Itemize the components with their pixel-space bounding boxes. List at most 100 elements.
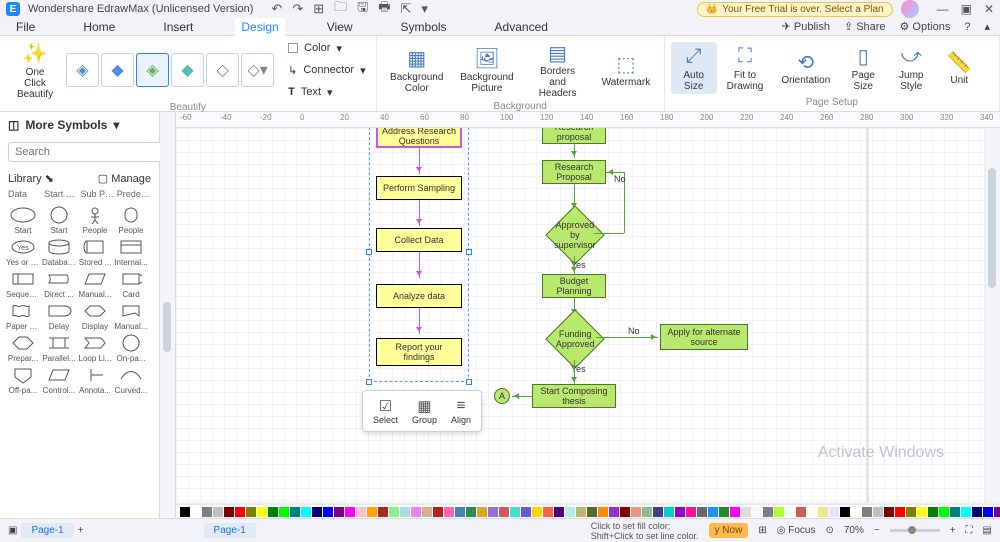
shape-manual-[interactable]: Manual... xyxy=(114,301,148,331)
background-color-button[interactable]: ▦Background Color xyxy=(383,44,451,96)
color-swatch[interactable] xyxy=(807,507,817,517)
style-preset-2[interactable]: ◆ xyxy=(101,53,134,87)
color-swatch[interactable] xyxy=(796,507,806,517)
node-budget-planning[interactable]: Budget Planning xyxy=(542,274,606,298)
menu-advanced[interactable]: Advanced xyxy=(489,18,554,36)
library-categories[interactable]: DataStart or...Sub Pro...Predefi... xyxy=(0,187,159,201)
zoom-in-button[interactable]: + xyxy=(950,525,956,536)
color-swatch[interactable] xyxy=(213,507,223,517)
color-swatch[interactable] xyxy=(345,507,355,517)
node-report-findings[interactable]: Report your findings xyxy=(376,338,462,366)
color-swatch[interactable] xyxy=(851,507,861,517)
menu-symbols[interactable]: Symbols xyxy=(395,18,453,36)
color-swatch[interactable] xyxy=(675,507,685,517)
page-name-2[interactable]: Page-1 xyxy=(204,523,256,538)
node-research-proposal-2[interactable]: Research Proposal xyxy=(542,160,606,184)
menu-file[interactable]: File xyxy=(10,18,41,36)
style-preset-3[interactable]: ◈ xyxy=(136,53,169,87)
shape-yes-or-no[interactable]: YesYes or No xyxy=(6,237,40,267)
color-swatch[interactable] xyxy=(389,507,399,517)
color-swatch[interactable] xyxy=(477,507,487,517)
color-swatch[interactable] xyxy=(356,507,366,517)
color-swatch[interactable] xyxy=(411,507,421,517)
color-swatch[interactable] xyxy=(235,507,245,517)
color-swatch[interactable] xyxy=(752,507,762,517)
color-swatch[interactable] xyxy=(906,507,916,517)
color-swatch[interactable] xyxy=(642,507,652,517)
style-preset-4[interactable]: ◆ xyxy=(171,53,204,87)
node-approved-supervisor[interactable]: Approved by supervisor xyxy=(545,205,604,264)
color-swatch[interactable] xyxy=(290,507,300,517)
color-swatch[interactable] xyxy=(730,507,740,517)
color-swatch[interactable] xyxy=(334,507,344,517)
color-swatch[interactable] xyxy=(895,507,905,517)
qat-more-icon[interactable]: ▾ xyxy=(421,1,428,17)
shape-prepar-[interactable]: Prepar... xyxy=(6,333,40,363)
color-swatch[interactable] xyxy=(983,507,993,517)
shape-parallel-[interactable]: Parallel... xyxy=(42,333,76,363)
color-swatch[interactable] xyxy=(455,507,465,517)
auto-size-button[interactable]: ⤢Auto Size xyxy=(671,42,717,94)
color-swatch[interactable] xyxy=(620,507,630,517)
new-icon[interactable]: ⊞ xyxy=(313,1,324,17)
color-swatch[interactable] xyxy=(466,507,476,517)
connector-dropdown[interactable]: ↳ Connector ▾ xyxy=(284,60,370,80)
minimize-icon[interactable]: — xyxy=(937,2,949,16)
library-label[interactable]: Library ⬊ xyxy=(8,172,54,185)
fullscreen-icon[interactable]: ⛶ xyxy=(966,525,973,536)
color-swatch[interactable] xyxy=(224,507,234,517)
color-swatch[interactable] xyxy=(785,507,795,517)
shape-people[interactable]: People xyxy=(114,205,148,235)
shape-start[interactable]: Start xyxy=(42,205,76,235)
color-swatch[interactable] xyxy=(422,507,432,517)
orientation-button[interactable]: ⟲Orientation xyxy=(773,47,838,88)
user-avatar[interactable] xyxy=(901,0,919,18)
shape-start[interactable]: Start xyxy=(6,205,40,235)
color-swatch[interactable] xyxy=(323,507,333,517)
fit-icon[interactable]: ⊙ xyxy=(825,525,833,536)
color-swatch[interactable] xyxy=(664,507,674,517)
publish-button[interactable]: ✈ Publish xyxy=(782,20,830,33)
color-swatch[interactable] xyxy=(433,507,443,517)
color-swatch[interactable] xyxy=(994,507,1000,517)
color-swatch[interactable] xyxy=(961,507,971,517)
color-swatch[interactable] xyxy=(884,507,894,517)
vertical-scrollbar[interactable] xyxy=(986,128,1000,502)
maximize-icon[interactable]: ▣ xyxy=(961,2,972,16)
color-swatch[interactable] xyxy=(191,507,201,517)
sidebar-scrollbar[interactable] xyxy=(160,112,176,518)
color-swatch[interactable] xyxy=(862,507,872,517)
color-swatch[interactable] xyxy=(928,507,938,517)
menu-home[interactable]: Home xyxy=(77,18,121,36)
color-swatch[interactable] xyxy=(917,507,927,517)
color-swatch[interactable] xyxy=(400,507,410,517)
color-swatch[interactable] xyxy=(576,507,586,517)
node-alternate-source[interactable]: Apply for alternate source xyxy=(660,324,748,350)
add-page-button[interactable]: + xyxy=(78,525,84,536)
sidebar-header[interactable]: ◫ More Symbols ▾ xyxy=(0,112,159,138)
color-swatch[interactable] xyxy=(873,507,883,517)
shape-manual-[interactable]: Manual... xyxy=(78,269,112,299)
color-swatch[interactable] xyxy=(741,507,751,517)
color-swatch[interactable] xyxy=(763,507,773,517)
save-icon[interactable]: 🖫 xyxy=(357,0,368,20)
shape-off-pa-[interactable]: Off-pa... xyxy=(6,365,40,395)
shape-delay[interactable]: Delay xyxy=(42,301,76,331)
color-swatch[interactable] xyxy=(543,507,553,517)
color-swatch[interactable] xyxy=(532,507,542,517)
color-swatch[interactable] xyxy=(510,507,520,517)
drawing-canvas[interactable]: Address Research Questions Perform Sampl… xyxy=(176,128,984,502)
group-button[interactable]: ▦Group xyxy=(406,395,443,427)
color-swatch[interactable] xyxy=(697,507,707,517)
color-swatch[interactable] xyxy=(939,507,949,517)
color-swatch[interactable] xyxy=(268,507,278,517)
help-icon[interactable]: ? xyxy=(964,20,970,33)
shape-people[interactable]: People xyxy=(78,205,112,235)
page-size-button[interactable]: ▯Page Size xyxy=(840,42,886,94)
shape-database[interactable]: Database xyxy=(42,237,76,267)
color-swatch[interactable] xyxy=(488,507,498,517)
color-swatch[interactable] xyxy=(598,507,608,517)
color-swatch[interactable] xyxy=(312,507,322,517)
text-dropdown[interactable]: T Text ▾ xyxy=(284,82,370,102)
menu-insert[interactable]: Insert xyxy=(157,18,199,36)
